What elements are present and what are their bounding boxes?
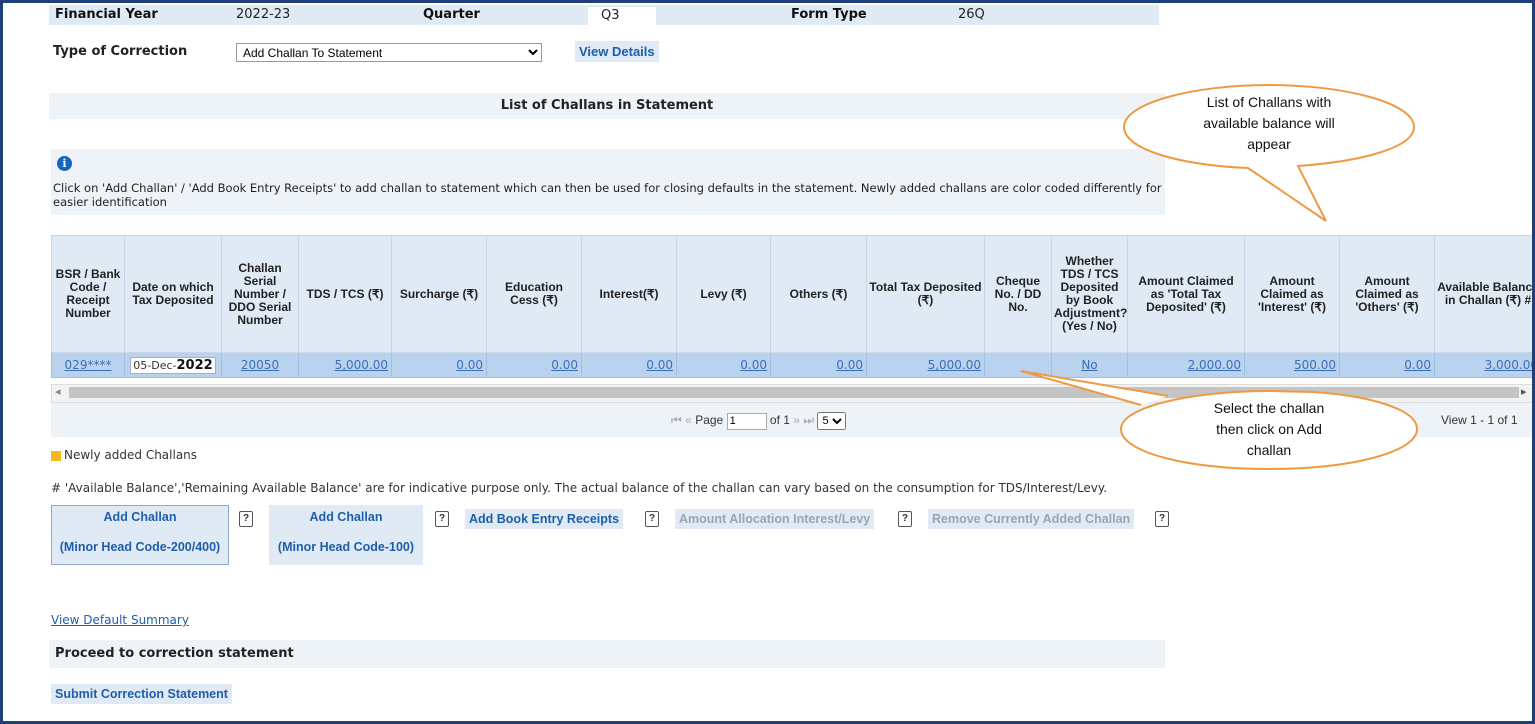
callout-bottom-line3: challan — [1247, 442, 1291, 458]
callout-top-line1: List of Challans with — [1207, 94, 1332, 110]
callout-bottom: Select the challan then click on Add cha… — [1020, 370, 1419, 471]
callout-bottom-line2: then click on Add — [1216, 421, 1322, 437]
callout-top: List of Challans with available balance … — [1122, 83, 1416, 222]
callout-bubble-bottom — [1020, 370, 1419, 471]
callout-bottom-line1: Select the challan — [1214, 400, 1325, 416]
callout-top-line3: appear — [1247, 136, 1291, 152]
callout-top-line2: available balance will — [1203, 115, 1335, 131]
annotation-overlay: List of Challans with available balance … — [1020, 83, 1419, 471]
page-frame: Financial Year 2022-23 Quarter Q3 Form T… — [0, 0, 1535, 724]
